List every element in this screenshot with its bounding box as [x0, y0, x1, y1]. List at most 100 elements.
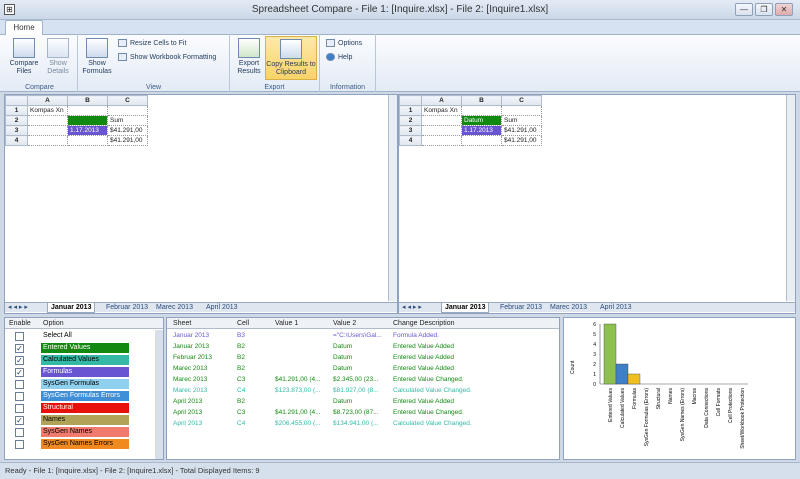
- cell[interactable]: [421, 135, 462, 146]
- results-column-header[interactable]: Cell: [237, 320, 249, 327]
- option-label[interactable]: SysGen Names Errors: [41, 439, 129, 449]
- col-header[interactable]: C: [501, 95, 542, 106]
- show-details-button[interactable]: Show Details: [42, 38, 74, 76]
- option-checkbox[interactable]: [15, 404, 24, 413]
- col-header[interactable]: A: [421, 95, 462, 106]
- row-header[interactable]: 1: [399, 105, 422, 116]
- cell[interactable]: $41.291,00: [107, 125, 148, 136]
- option-label[interactable]: Names: [41, 415, 129, 425]
- row-header[interactable]: 3: [5, 125, 28, 136]
- cell[interactable]: [27, 135, 68, 146]
- col-header[interactable]: [5, 95, 28, 106]
- cell[interactable]: Kompas Xn: [421, 105, 462, 116]
- option-label[interactable]: Select All: [41, 331, 129, 341]
- option-label[interactable]: SysGen Names: [41, 427, 129, 437]
- cell[interactable]: [107, 105, 148, 116]
- bar[interactable]: [603, 323, 617, 385]
- option-label[interactable]: Entered Values: [41, 343, 129, 353]
- col-header[interactable]: C: [107, 95, 148, 106]
- compare-files-button[interactable]: Compare Files: [6, 38, 42, 76]
- export-results-button[interactable]: Export Results: [234, 38, 264, 76]
- option-label[interactable]: SysGen Formulas Errors: [41, 391, 129, 401]
- option-checkbox[interactable]: ✓: [15, 344, 24, 353]
- option-label[interactable]: SysGen Formulas: [41, 379, 129, 389]
- bar[interactable]: [627, 373, 641, 385]
- cell[interactable]: Datum: [461, 115, 502, 126]
- sheet-nav-arrows[interactable]: ◂ ◂ ▸ ▸: [5, 303, 31, 313]
- col-header[interactable]: B: [67, 95, 108, 106]
- results-row[interactable]: Marec 2013 C3 $41.291,00 (4... $2.345,00 (2…: [167, 374, 559, 385]
- cell[interactable]: $41.291,00: [501, 125, 542, 136]
- cell[interactable]: [27, 115, 68, 126]
- sheet-tab[interactable]: Januar 2013: [441, 303, 490, 313]
- results-row[interactable]: Januar 2013 B3 ="C:\Users\Gal... Formula Ad…: [167, 330, 559, 341]
- sheet-tab[interactable]: April 2013: [597, 303, 635, 313]
- options-button[interactable]: Options: [326, 38, 362, 49]
- cell[interactable]: [501, 105, 542, 116]
- results-column-header[interactable]: Change Description: [393, 320, 454, 327]
- option-checkbox[interactable]: ✓: [15, 416, 24, 425]
- cell[interactable]: Sum: [501, 115, 542, 126]
- cell[interactable]: [421, 125, 462, 136]
- restore-button[interactable]: ❐: [755, 3, 773, 16]
- option-checkbox[interactable]: ✓: [15, 368, 24, 377]
- cell[interactable]: [421, 115, 462, 126]
- copy-to-clipboard-button[interactable]: Copy Results to Clipboard: [265, 36, 317, 80]
- row-header[interactable]: 3: [399, 125, 422, 136]
- sheet-tab[interactable]: Februar 2013: [103, 303, 151, 313]
- right-vertical-scrollbar[interactable]: [786, 95, 795, 301]
- left-vertical-scrollbar[interactable]: [388, 95, 397, 301]
- option-label[interactable]: Calculated Values: [41, 355, 129, 365]
- close-button[interactable]: ✕: [775, 3, 793, 16]
- cell[interactable]: [67, 115, 108, 126]
- results-row[interactable]: Marec 2013 B2 Datum Entered Value Added: [167, 363, 559, 374]
- sheet-tab[interactable]: Februar 2013: [497, 303, 545, 313]
- col-header[interactable]: B: [461, 95, 502, 106]
- option-checkbox[interactable]: [15, 392, 24, 401]
- row-header[interactable]: 1: [5, 105, 28, 116]
- show-formatting-button[interactable]: Show Workbook Formatting: [118, 52, 216, 63]
- results-row[interactable]: Januar 2013 B2 Datum Entered Value Added: [167, 341, 559, 352]
- results-column-header[interactable]: Sheet: [173, 320, 191, 327]
- option-checkbox[interactable]: [15, 440, 24, 449]
- col-header[interactable]: A: [27, 95, 68, 106]
- cell[interactable]: $41.291,00: [501, 135, 542, 146]
- results-row[interactable]: Februar 2013 B2 Datum Entered Value Added: [167, 352, 559, 363]
- row-header[interactable]: 2: [5, 115, 28, 126]
- sheet-tab[interactable]: April 2013: [203, 303, 241, 313]
- sheet-tab[interactable]: Marec 2013: [153, 303, 196, 313]
- help-button[interactable]: Help: [326, 52, 352, 63]
- cell[interactable]: [67, 105, 108, 116]
- row-header[interactable]: 4: [399, 135, 422, 146]
- results-row[interactable]: Marec 2013 C4 $123.873,00 (... $81.927,00 (…: [167, 385, 559, 396]
- tab-home[interactable]: Home: [5, 20, 43, 35]
- results-row[interactable]: April 2013 C3 $41.291,00 (4... $8.723,00 (8…: [167, 407, 559, 418]
- row-header[interactable]: 4: [5, 135, 28, 146]
- bar[interactable]: [615, 363, 629, 385]
- option-label[interactable]: Formulas: [41, 367, 129, 377]
- cell[interactable]: Sum: [107, 115, 148, 126]
- cell[interactable]: [27, 125, 68, 136]
- option-checkbox[interactable]: ✓: [15, 356, 24, 365]
- show-formulas-button[interactable]: Show Formulas: [80, 38, 114, 76]
- cell[interactable]: Kompas Xn: [27, 105, 68, 116]
- cell[interactable]: $41.291,00: [107, 135, 148, 146]
- col-header[interactable]: [399, 95, 422, 106]
- cell[interactable]: 1.17.2013: [461, 125, 502, 136]
- resize-cells-button[interactable]: Resize Cells to Fit: [118, 38, 186, 49]
- row-header[interactable]: 2: [399, 115, 422, 126]
- option-label[interactable]: Structural: [41, 403, 129, 413]
- results-column-header[interactable]: Value 2: [333, 320, 356, 327]
- cell[interactable]: [461, 135, 502, 146]
- cell[interactable]: 1.17.2013: [67, 125, 108, 136]
- sheet-tab[interactable]: Marec 2013: [547, 303, 590, 313]
- results-row[interactable]: April 2013 C4 $206.455,00 (... $134.941,00 …: [167, 418, 559, 429]
- option-checkbox[interactable]: [15, 380, 24, 389]
- option-checkbox[interactable]: [15, 428, 24, 437]
- sheet-tab[interactable]: Januar 2013: [47, 303, 96, 313]
- results-row[interactable]: April 2013 B2 Datum Entered Value Added: [167, 396, 559, 407]
- cell[interactable]: [461, 105, 502, 116]
- options-scrollbar[interactable]: [155, 330, 163, 459]
- results-column-header[interactable]: Value 1: [275, 320, 298, 327]
- option-checkbox[interactable]: [15, 332, 24, 341]
